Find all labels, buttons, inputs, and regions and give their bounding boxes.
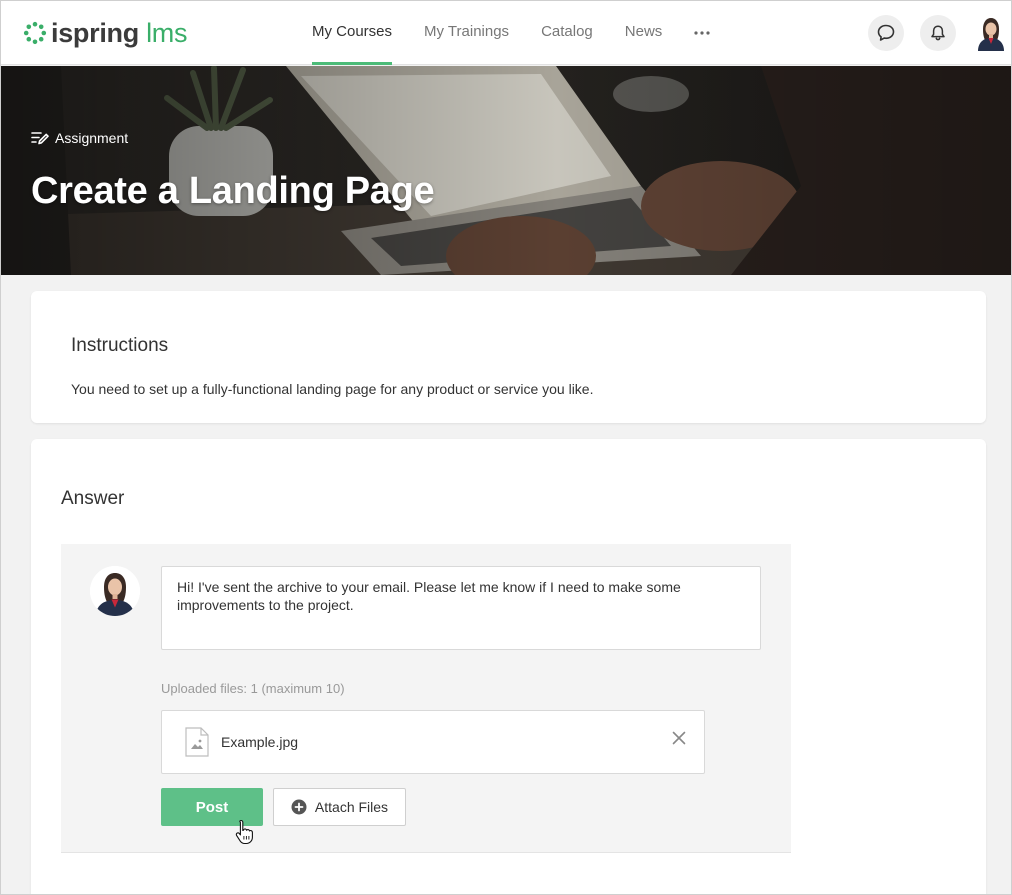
nav-item-my-courses[interactable]: My Courses <box>312 1 393 65</box>
more-horizontal-icon[interactable] <box>694 1 710 65</box>
logo-icon <box>23 21 47 45</box>
answer-card: Answer Hi! I've sent the archive to your… <box>31 439 986 894</box>
answer-form: Hi! I've sent the archive to your email.… <box>61 544 791 853</box>
hero-banner: Assignment Create a Landing Page <box>1 66 1011 275</box>
close-icon <box>672 731 686 745</box>
attach-files-button[interactable]: Attach Files <box>273 788 406 826</box>
notifications-button[interactable] <box>920 15 956 51</box>
hero-type-text: Assignment <box>55 130 129 146</box>
chat-icon <box>877 24 895 41</box>
attach-files-label: Attach Files <box>314 799 389 815</box>
nav-item-catalog[interactable]: Catalog <box>541 1 593 65</box>
nav-item-my-trainings[interactable]: My Trainings <box>424 1 509 65</box>
logo[interactable]: ispring lms <box>23 17 188 48</box>
user-avatar[interactable] <box>974 15 1008 51</box>
answer-avatar <box>90 566 140 616</box>
app-window: ispring lms My Courses My Trainings Cata… <box>0 0 1012 895</box>
chat-button[interactable] <box>868 15 904 51</box>
instructions-card: Instructions You need to set up a fully-… <box>31 291 986 423</box>
hero-type-label: Assignment <box>31 130 128 146</box>
assignment-icon <box>31 132 49 145</box>
bell-icon <box>931 25 945 41</box>
main-nav: My Courses My Trainings Catalog News <box>312 1 710 65</box>
top-bar: ispring lms My Courses My Trainings Cata… <box>1 1 1011 65</box>
file-name: Example.jpg <box>221 734 299 750</box>
remove-file-button[interactable] <box>670 729 688 747</box>
post-button[interactable]: Post <box>161 788 263 826</box>
uploaded-file-item: Example.jpg <box>161 710 705 774</box>
nav-item-news[interactable]: News <box>625 1 663 65</box>
answer-heading: Answer <box>61 488 125 509</box>
plus-circle-icon <box>291 799 307 815</box>
image-file-icon <box>185 727 209 757</box>
uploaded-files-info: Uploaded files: 1 (maximum 10) <box>161 681 345 696</box>
page-title: Create a Landing Page <box>31 170 435 212</box>
instructions-heading: Instructions <box>71 335 169 356</box>
answer-textarea[interactable]: Hi! I've sent the archive to your email.… <box>161 566 761 650</box>
logo-text: ispring lms <box>51 17 188 48</box>
instructions-text: You need to set up a fully-functional la… <box>71 381 594 397</box>
